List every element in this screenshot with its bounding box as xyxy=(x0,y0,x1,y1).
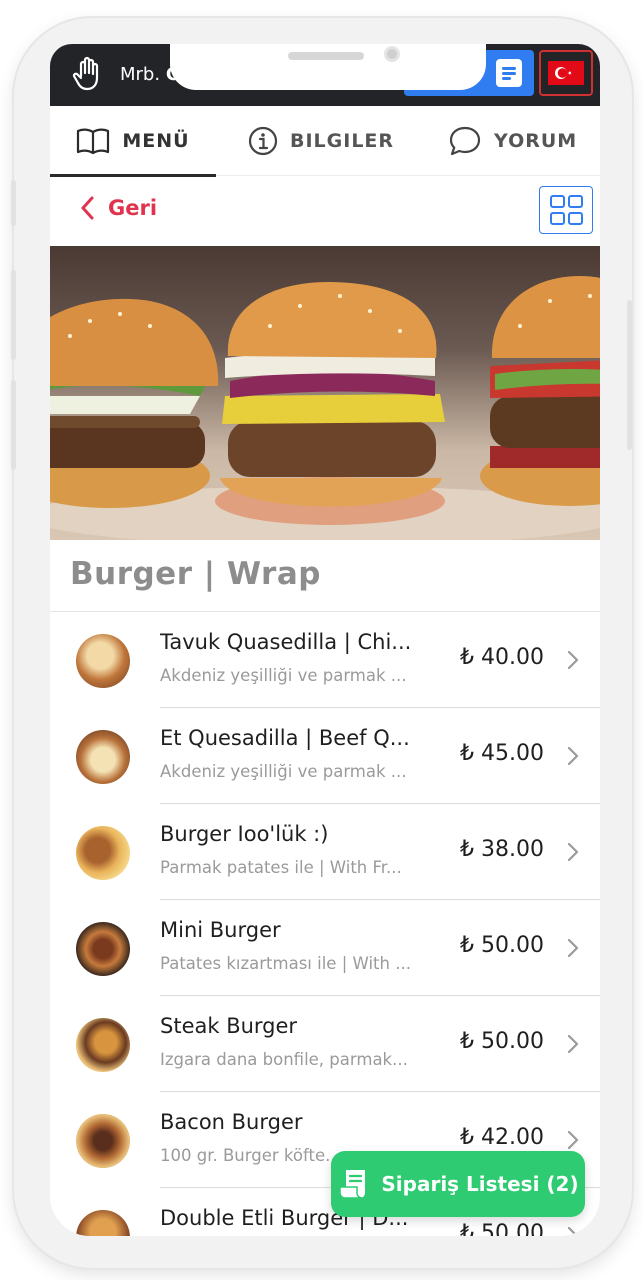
phone-side-button xyxy=(11,270,16,360)
menu-item-thumbnail xyxy=(76,1114,130,1168)
menu-item-thumbnail xyxy=(76,826,130,880)
app-screen: Mrb. C p MENÜ xyxy=(50,44,600,1236)
back-label: Geri xyxy=(108,196,158,220)
receipt-icon xyxy=(339,1170,366,1199)
comment-icon xyxy=(449,126,481,156)
menu-item-price: ₺ 50.00 xyxy=(460,1029,544,1054)
chevron-right-icon xyxy=(567,1130,579,1150)
chevron-right-icon xyxy=(567,1226,579,1236)
document-icon xyxy=(496,59,522,87)
menu-item[interactable]: Steak Burger Izgara dana bonfile, parmak… xyxy=(50,996,600,1092)
menu-item-description: Akdeniz yeşilliği ve parmak ... xyxy=(160,666,407,685)
tab-comments[interactable]: YORUM xyxy=(448,106,577,176)
chevron-right-icon xyxy=(567,650,579,670)
tab-comments-label: YORUM xyxy=(494,130,578,152)
menu-item-description: Patates kızartması ile | With ... xyxy=(160,954,411,973)
active-tab-indicator xyxy=(50,174,216,177)
menu-item-price: ₺ 40.00 xyxy=(460,645,544,670)
grid-icon xyxy=(550,195,565,208)
phone-side-button xyxy=(11,380,16,470)
menu-item-description: Akdeniz yeşilliği ve parmak ... xyxy=(160,762,407,781)
menu-item-price: ₺ 50.00 xyxy=(460,933,544,958)
phone-side-button xyxy=(11,180,16,226)
menu-item[interactable]: Tavuk Quasedilla | Chi... Akdeniz yeşill… xyxy=(50,612,600,708)
book-icon xyxy=(77,128,110,155)
menu-item-thumbnail xyxy=(76,730,130,784)
tab-menu-label: MENÜ xyxy=(122,130,190,152)
back-button[interactable]: Geri xyxy=(80,196,157,220)
menu-item-name: Bacon Burger xyxy=(160,1110,303,1134)
menu-item-thumbnail xyxy=(76,922,130,976)
grid-icon xyxy=(568,195,583,208)
menu-item-name: Tavuk Quasedilla | Chi... xyxy=(160,630,412,654)
menu-item-description: Izgara dana bonfile, parmak... xyxy=(160,1050,408,1069)
tab-info-label: BILGILER xyxy=(290,130,395,152)
menu-item[interactable]: Et Quesadilla | Beef Q... Akdeniz yeşill… xyxy=(50,708,600,804)
menu-item-price: ₺ 45.00 xyxy=(460,741,544,766)
turkey-flag-icon xyxy=(548,61,584,85)
menu-item-name: Steak Burger xyxy=(160,1014,298,1038)
chevron-left-icon xyxy=(81,196,94,220)
tab-menu[interactable]: MENÜ xyxy=(50,106,216,176)
grid-icon xyxy=(550,212,565,225)
grid-icon xyxy=(568,212,583,225)
hand-wave-icon xyxy=(72,56,99,91)
menu-item-price: ₺ 42.00 xyxy=(460,1125,544,1150)
phone-notch xyxy=(170,44,486,90)
menu-item-thumbnail xyxy=(76,634,130,688)
menu-item-price: ₺ 38.00 xyxy=(460,837,544,862)
menu-item-name: Burger Ioo'lük :) xyxy=(160,822,329,846)
menu-item[interactable]: Burger Ioo'lük :) Parmak patates ile | W… xyxy=(50,804,600,900)
menu-item-thumbnail xyxy=(76,1018,130,1072)
chevron-right-icon xyxy=(567,1034,579,1054)
menu-item-thumbnail xyxy=(76,1210,130,1236)
menu-item-description: Parmak patates ile | With Fr... xyxy=(160,858,402,877)
menu-item-price: ₺ 50.00 xyxy=(460,1221,544,1236)
menu-item-list: Tavuk Quasedilla | Chi... Akdeniz yeşill… xyxy=(50,612,600,1236)
chevron-right-icon xyxy=(567,746,579,766)
tab-bar: MENÜ BILGILER YORUM xyxy=(50,106,600,177)
category-title: Burger | Wrap xyxy=(70,556,321,592)
header-bar: Mrb. C p xyxy=(50,44,600,106)
chevron-right-icon xyxy=(567,842,579,862)
chevron-right-icon xyxy=(567,938,579,958)
order-list-label: Sipariş Listesi (2) xyxy=(381,1172,579,1196)
info-icon xyxy=(248,126,278,156)
grid-view-button[interactable] xyxy=(539,186,593,234)
menu-item-name: Et Quesadilla | Beef Q... xyxy=(160,726,410,750)
phone-speaker xyxy=(288,52,364,60)
tab-info[interactable]: BILGILER xyxy=(248,106,394,176)
menu-item[interactable]: Mini Burger Patates kızartması ile | Wit… xyxy=(50,900,600,996)
order-list-button[interactable]: Sipariş Listesi (2) xyxy=(331,1151,585,1217)
category-hero-image xyxy=(50,246,600,540)
phone-side-button xyxy=(627,300,632,450)
language-button[interactable] xyxy=(539,50,593,96)
menu-item-name: Mini Burger xyxy=(160,918,281,942)
phone-camera xyxy=(384,46,400,62)
